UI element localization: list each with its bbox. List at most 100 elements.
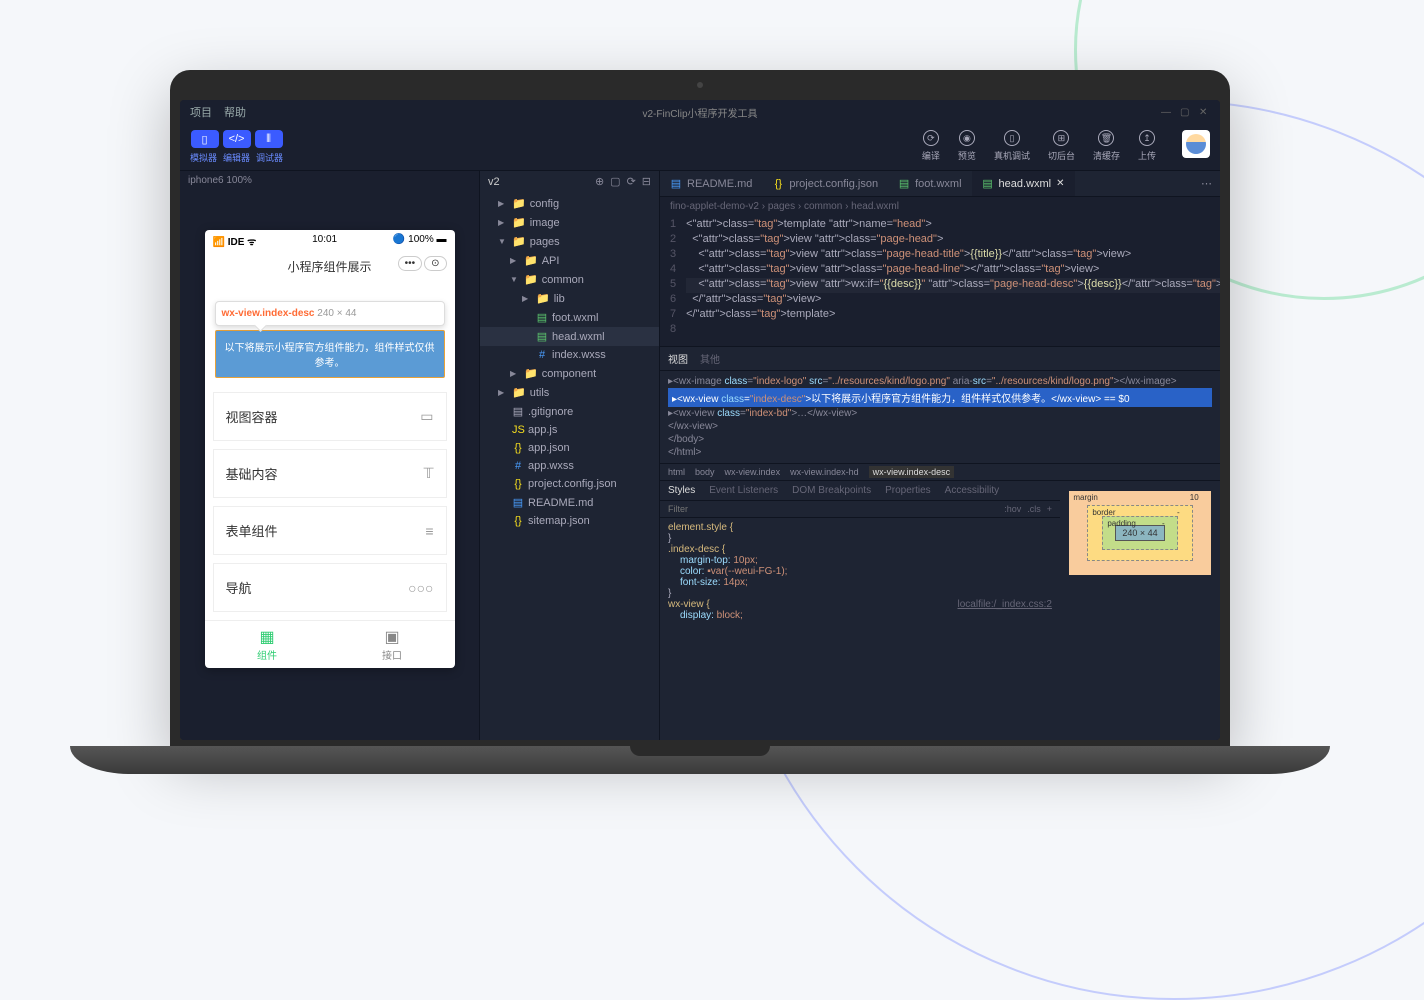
file-item[interactable]: ▤foot.wxml [480,308,659,327]
caret-icon: ▶ [522,294,532,303]
window-close-icon[interactable]: ✕ [1199,107,1210,118]
file-item[interactable]: {}app.json [480,439,659,457]
folder-item[interactable]: ▶📁config [480,194,659,213]
file-icon: {} [512,515,524,527]
file-item[interactable]: {}sitemap.json [480,512,659,530]
dom-crumb[interactable]: wx-view.index-hd [790,467,859,477]
mode-editor-button[interactable]: </> [223,130,251,148]
mode-simulator-button[interactable]: ▯ [191,130,219,148]
menu-project[interactable]: 项目 [190,104,212,120]
folder-item[interactable]: ▶📁API [480,251,659,270]
dom-crumb[interactable]: html [668,467,685,477]
folder-item[interactable]: ▼📁pages [480,232,659,251]
devtab-view[interactable]: 视图 [668,351,688,366]
file-item[interactable]: {}project.config.json [480,475,659,493]
menu-item-icon: 𝕋 [424,465,434,482]
file-icon: ▤ [536,330,548,343]
styles-tab[interactable]: Event Listeners [709,485,778,496]
new-file-icon[interactable]: ⊕ [595,175,604,188]
source-link[interactable]: localfile:/_index.css:2 [958,599,1053,610]
dom-crumb[interactable]: wx-view.index [725,467,781,477]
folder-item[interactable]: ▶📁lib [480,289,659,308]
editor-tab[interactable]: ▤head.wxml✕ [972,171,1075,196]
devtab-other[interactable]: 其他 [700,351,720,366]
phone-icon: ▯ [1004,130,1020,146]
caret-icon: ▶ [498,199,508,208]
user-avatar[interactable] [1182,130,1210,158]
mode-debugger-button[interactable]: ⫴ [255,130,283,148]
styles-tab[interactable]: DOM Breakpoints [792,485,871,496]
file-icon: {} [772,178,784,190]
clear-cache-button[interactable]: 🗑清缓存 [1093,130,1120,162]
file-item[interactable]: ▤head.wxml [480,327,659,346]
tab-api[interactable]: ▣接口 [330,621,455,668]
hov-toggle[interactable]: :hov [1004,504,1021,514]
dom-node[interactable]: ▸<wx-view class="index-desc">以下将展示小程序官方组… [668,388,1212,407]
remote-debug-button[interactable]: ▯真机调试 [994,130,1030,162]
dom-node[interactable]: ▸<wx-view class="index-bd">…</wx-view> [668,407,1212,420]
folder-item[interactable]: ▶📁component [480,364,659,383]
styles-tab[interactable]: Properties [885,485,931,496]
file-icon: ▤ [982,177,994,190]
new-folder-icon[interactable]: ▢ [610,175,620,188]
window-minimize-icon[interactable]: — [1161,107,1172,118]
file-explorer: v2 ⊕ ▢ ⟳ ⊟ ▶📁config▶📁image▼📁pages▶📁API▼📁… [480,171,660,740]
tab-component[interactable]: ▦组件 [205,621,330,668]
upload-button[interactable]: ↥上传 [1138,130,1156,162]
compile-button[interactable]: ⟳编译 [922,130,940,162]
dom-node[interactable]: </html> [668,446,1212,459]
menu-item[interactable]: 表单组件≡ [213,506,447,555]
menu-item[interactable]: 基础内容𝕋 [213,449,447,498]
menu-item[interactable]: 视图容器▭ [213,392,447,441]
styles-tab[interactable]: Accessibility [945,485,999,496]
simulator-device-label[interactable]: iphone6 100% [180,171,479,190]
background-button[interactable]: ⊞切后台 [1048,130,1075,162]
add-rule-icon[interactable]: + [1047,504,1052,514]
file-item[interactable]: #index.wxss [480,346,659,364]
cls-toggle[interactable]: .cls [1027,504,1041,514]
editor-tab[interactable]: {}project.config.json [762,172,888,196]
file-item[interactable]: ▤.gitignore [480,402,659,421]
toolbar: ▯ </> ⫴ 模拟器 编辑器 调试器 ⟳编译 ◉预览 ▯真机调试 ⊞切后台 [180,124,1220,171]
preview-button[interactable]: ◉预览 [958,130,976,162]
box-margin-label: margin [1073,493,1097,502]
file-item[interactable]: ▤README.md [480,493,659,512]
folder-item[interactable]: ▶📁utils [480,383,659,402]
file-item[interactable]: #app.wxss [480,457,659,475]
mode-debugger-label: 调试器 [256,151,283,164]
css-rules[interactable]: element.style {}.index-desc {</span>marg… [660,518,1060,740]
collapse-icon[interactable]: ⊟ [642,175,651,188]
inspected-element[interactable]: 以下将展示小程序官方组件能力，组件样式仅供参考。 [215,330,445,378]
dom-node[interactable]: ▸<wx-image class="index-logo" src="../re… [668,375,1212,388]
menu-item[interactable]: 导航○○○ [213,563,447,612]
more-tabs-icon[interactable]: ⋯ [1193,177,1220,190]
refresh-icon[interactable]: ⟳ [627,175,636,188]
breadcrumb[interactable]: fino-applet-demo-v2 › pages › common › h… [660,197,1220,216]
file-item[interactable]: JSapp.js [480,421,659,439]
close-tab-icon[interactable]: ✕ [1056,178,1064,189]
menu-item-icon: ○○○ [408,580,433,596]
dom-tree[interactable]: ▸<wx-image class="index-logo" src="../re… [660,371,1220,463]
file-icon: # [512,460,524,472]
capsule-more-button[interactable]: ••• [398,256,423,271]
dom-node[interactable]: </wx-view> [668,420,1212,433]
dom-crumb[interactable]: body [695,467,715,477]
folder-item[interactable]: ▶📁image [480,213,659,232]
window-maximize-icon[interactable]: ▢ [1180,107,1191,118]
caret-icon: ▶ [510,256,520,265]
capsule-close-button[interactable]: ⊙ [424,256,446,271]
dom-node[interactable]: </body> [668,433,1212,446]
folder-icon: 📁 [524,254,538,267]
styles-tab[interactable]: Styles [668,485,695,496]
editor-tab[interactable]: ▤README.md [660,171,762,196]
folder-item[interactable]: ▼📁common [480,270,659,289]
folder-icon: 📁 [512,235,526,248]
inspect-selector: wx-view.index-desc [222,308,315,319]
folder-icon: 📁 [512,386,526,399]
code-editor[interactable]: 12345678 <"attr">class="tag">template "a… [660,216,1220,346]
styles-filter-input[interactable] [668,504,1004,514]
laptop-frame: 项目 帮助 v2-FinClip小程序开发工具 — ▢ ✕ ▯ </> ⫴ [170,70,1230,774]
dom-crumb[interactable]: wx-view.index-desc [869,466,955,478]
menu-help[interactable]: 帮助 [224,104,246,120]
editor-tab[interactable]: ▤foot.wxml [888,171,971,196]
